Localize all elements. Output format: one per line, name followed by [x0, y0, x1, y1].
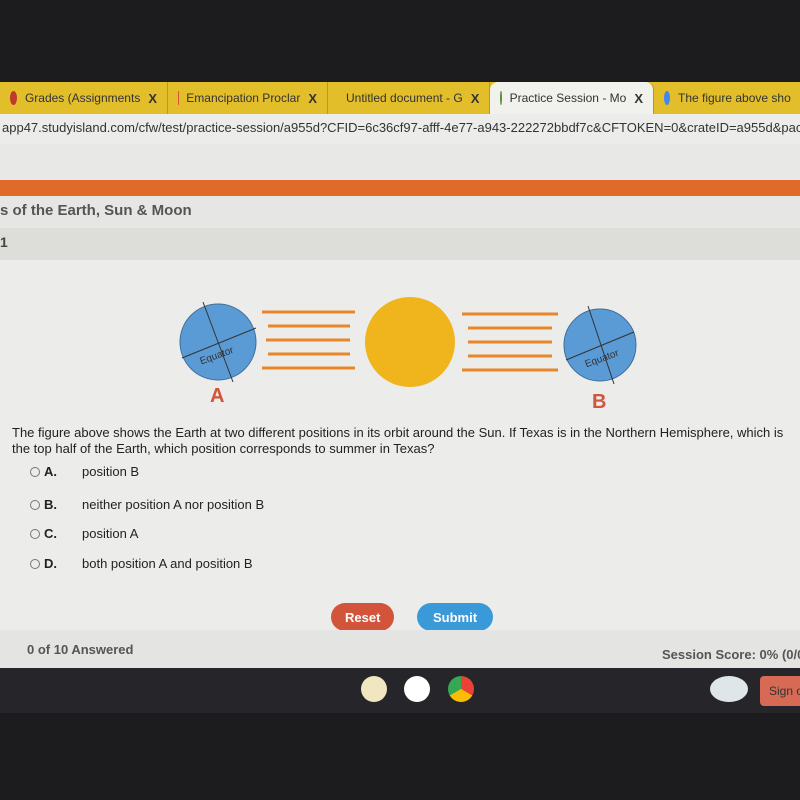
- tab-google-search[interactable]: The figure above sho: [654, 82, 800, 114]
- studyisland-icon: [500, 91, 502, 105]
- tab-untitled-document[interactable]: Untitled document - GX: [328, 82, 490, 114]
- question-panel: Equator Equator A B The figure above sho…: [0, 260, 800, 631]
- answered-count: 0 of 10 Answered: [27, 642, 134, 657]
- close-icon[interactable]: X: [148, 91, 157, 106]
- option-c[interactable]: C. position A: [30, 526, 138, 541]
- question-text: The figure above shows the Earth at two …: [12, 425, 784, 456]
- tab-strip: Grades (Assignments X Emancipation Procla…: [0, 82, 800, 114]
- chrome-icon[interactable]: [448, 676, 474, 702]
- footer: 0 of 10 Answered Session Score: 0% (0/0: [0, 630, 800, 668]
- earth-a: Equator: [179, 301, 257, 383]
- google-icon: [664, 91, 670, 105]
- radio-button[interactable]: [30, 499, 40, 510]
- option-a[interactable]: A. position B: [30, 464, 139, 479]
- sun: [365, 297, 455, 387]
- tab-grades[interactable]: Grades (Assignments X: [0, 82, 168, 114]
- close-icon[interactable]: X: [471, 91, 480, 106]
- page-top: [0, 144, 800, 180]
- earth-b: Equator: [563, 305, 637, 385]
- sign-out-button[interactable]: Sign o: [760, 676, 800, 706]
- question-number: 1: [0, 228, 800, 260]
- gmail-icon[interactable]: [404, 676, 430, 702]
- close-icon[interactable]: X: [308, 91, 317, 106]
- close-icon[interactable]: X: [634, 91, 643, 106]
- arrows-right: [462, 312, 558, 372]
- option-d[interactable]: D. both position A and position B: [30, 556, 253, 571]
- tab-emancipation[interactable]: Emancipation Proclar X: [168, 82, 328, 114]
- pin-icon: [10, 91, 17, 105]
- os-shelf: Sign o: [0, 668, 800, 713]
- tab-practice-session[interactable]: Practice Session - Mo X: [490, 82, 654, 114]
- option-b[interactable]: B. neither position A nor position B: [30, 497, 264, 512]
- session-score: Session Score: 0% (0/0: [662, 647, 800, 662]
- label-a: A: [210, 385, 224, 407]
- radio-button[interactable]: [30, 528, 40, 539]
- label-b: B: [592, 391, 606, 413]
- submit-button[interactable]: Submit: [417, 603, 494, 631]
- header-bar: [0, 180, 800, 196]
- status-tray-icon[interactable]: [710, 676, 748, 702]
- arrows-left: [262, 310, 355, 370]
- radio-button[interactable]: [30, 558, 40, 569]
- classroom-icon[interactable]: [361, 676, 387, 702]
- reset-button[interactable]: Reset: [331, 603, 395, 631]
- address-bar[interactable]: app47.studyisland.com/cfw/test/practice-…: [0, 114, 800, 144]
- page-title: s of the Earth, Sun & Moon: [0, 196, 800, 228]
- radio-button[interactable]: [30, 466, 40, 477]
